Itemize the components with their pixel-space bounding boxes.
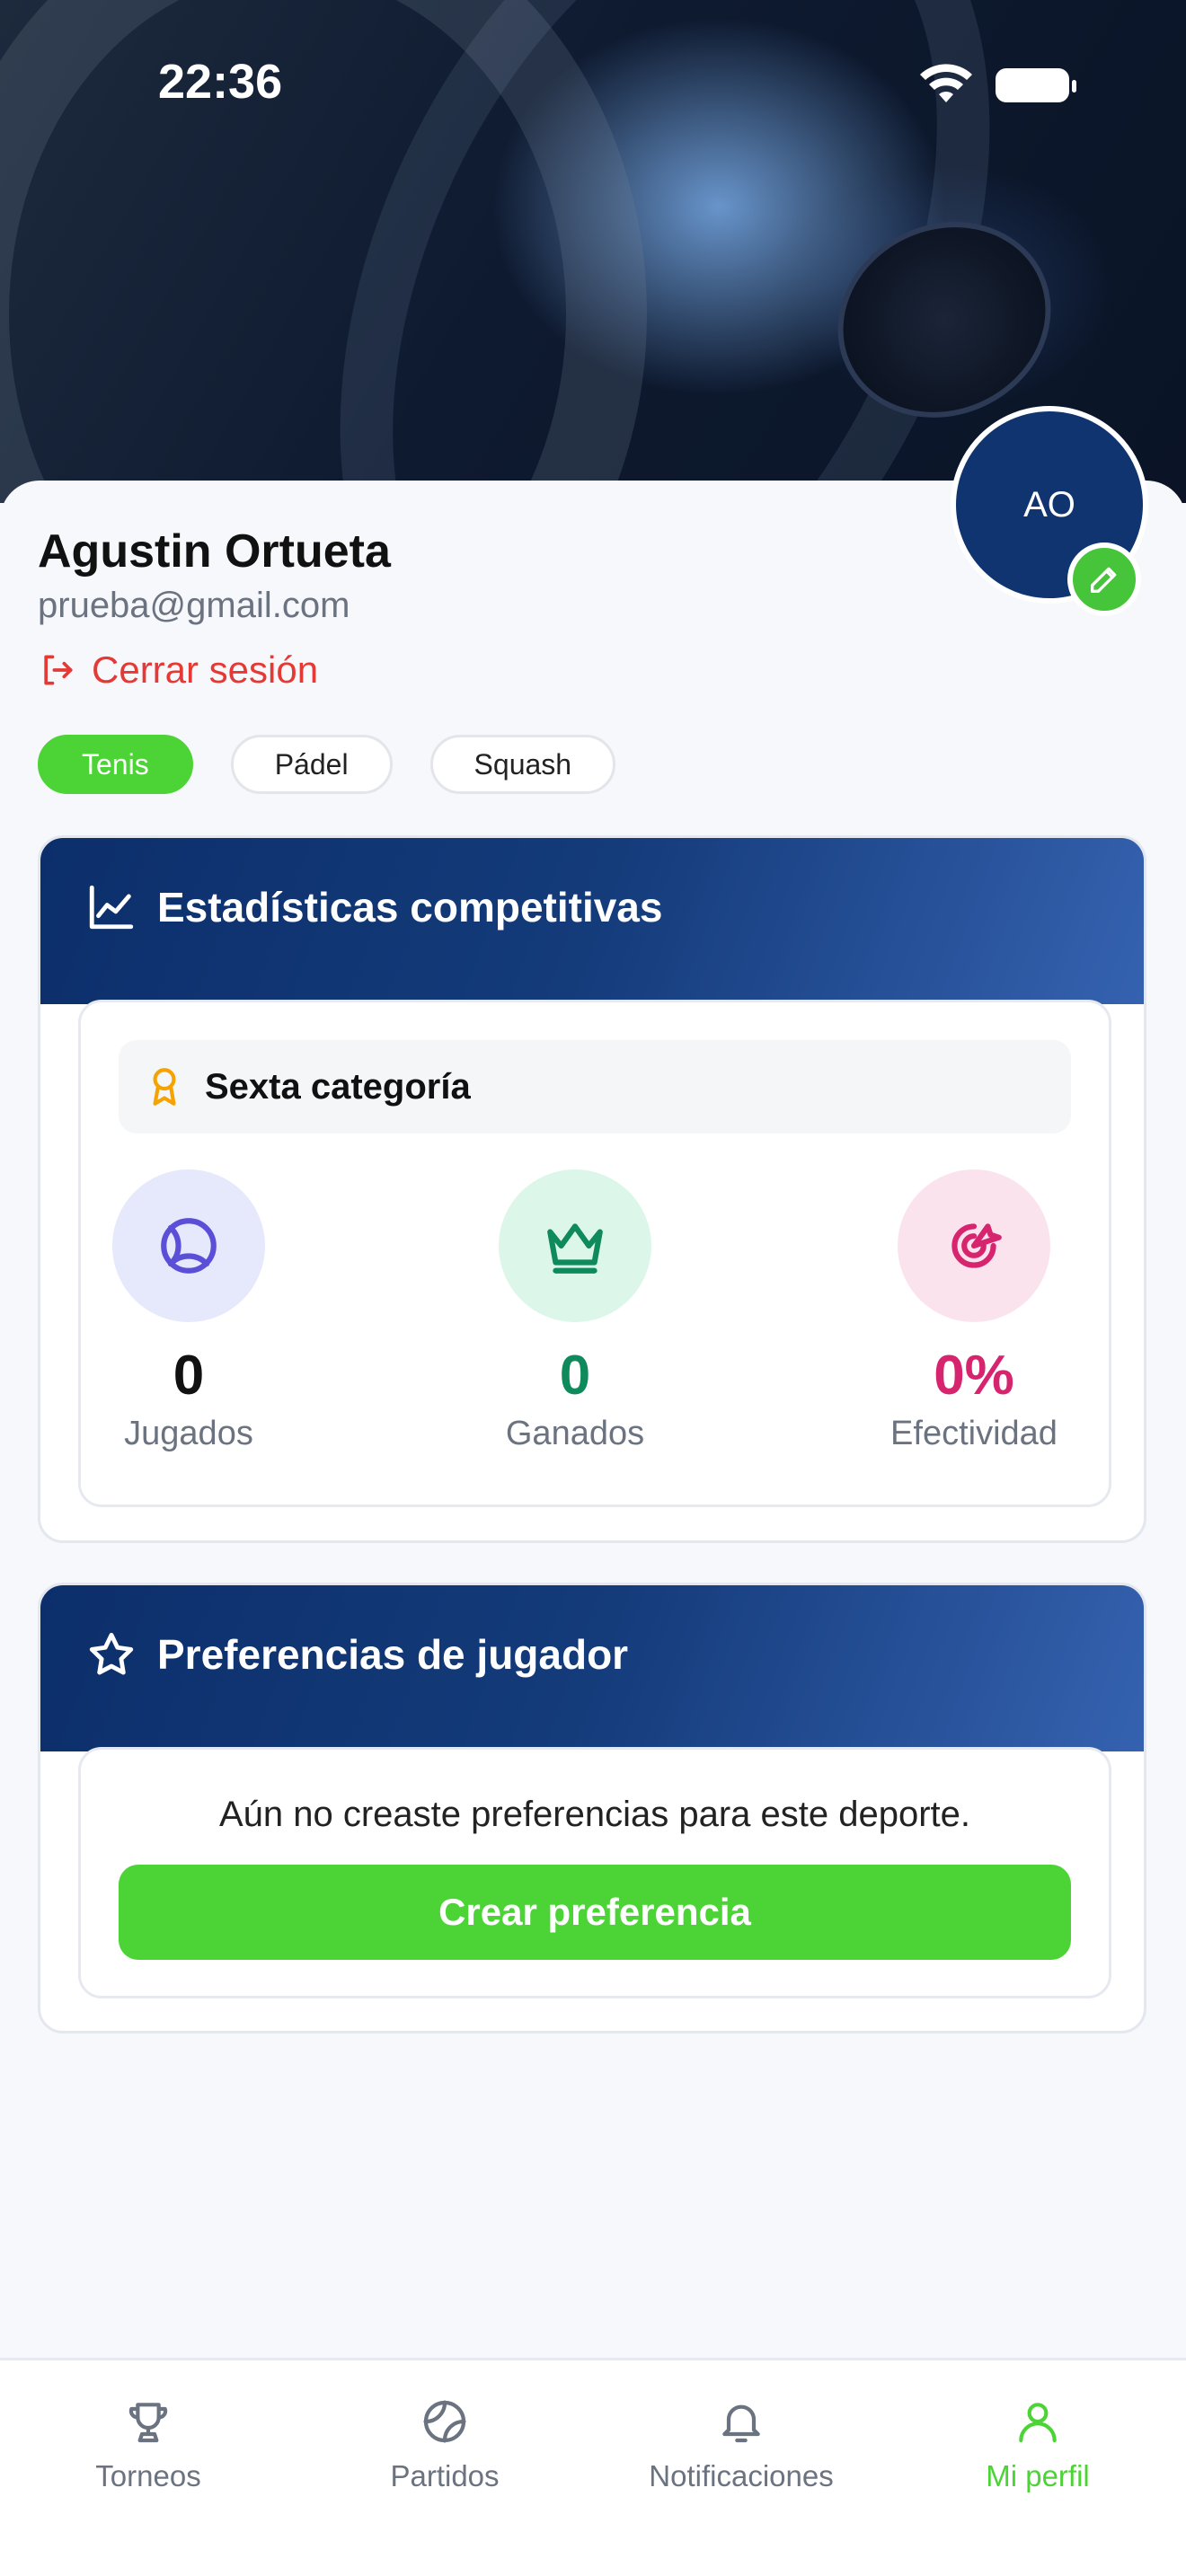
avatar-initials: AO <box>1023 484 1075 525</box>
won-icon-circle <box>499 1169 651 1322</box>
played-icon-circle <box>112 1169 265 1322</box>
preferences-card: Preferencias de jugador Aún no creaste p… <box>38 1583 1146 2033</box>
user-icon <box>1019 2403 1057 2443</box>
status-time: 22:36 <box>158 55 283 109</box>
sport-chip-padel[interactable]: Pádel <box>230 735 393 794</box>
played-value: 0 <box>173 1345 205 1407</box>
tab-mi-perfil-label: Mi perfil <box>986 2459 1090 2492</box>
effectiveness-value: 0% <box>934 1345 1014 1407</box>
stats-panel: Sexta categoría 0 Jugados 0 Ganados 0% E… <box>78 1000 1111 1507</box>
category-label: Sexta categoría <box>205 1066 471 1107</box>
star-icon <box>89 1632 134 1675</box>
preferences-empty-message: Aún no creaste preferencias para este de… <box>218 1795 971 1834</box>
wifi-icon <box>920 64 972 102</box>
tennis-ball-icon <box>423 2400 466 2443</box>
tab-partidos-label: Partidos <box>390 2459 500 2492</box>
tennis-ball-icon <box>161 1218 217 1274</box>
tab-torneos[interactable]: Torneos <box>0 2396 296 2493</box>
preferences-panel: Aún no creaste preferencias para este de… <box>78 1747 1111 1998</box>
logout-label: Cerrar sesión <box>92 648 319 691</box>
bottom-tab-bar: Torneos Partidos Notificaciones Mi perfi… <box>0 2358 1186 2576</box>
logout-icon <box>44 655 73 685</box>
stats-card-header: Estadísticas competitivas <box>40 838 1144 1004</box>
won-value: 0 <box>559 1345 591 1407</box>
chart-line-icon <box>89 885 134 930</box>
played-label: Jugados <box>124 1415 253 1452</box>
profile-name: Agustin Ortueta <box>38 525 391 578</box>
stat-played: 0 Jugados <box>72 1169 305 1453</box>
profile-email: prueba@gmail.com <box>38 586 350 625</box>
award-icon <box>153 1068 176 1106</box>
effectiveness-icon-circle <box>898 1169 1050 1322</box>
preferences-card-title: Preferencias de jugador <box>157 1631 629 1678</box>
battery-icon <box>996 68 1076 102</box>
effectiveness-label: Efectividad <box>890 1415 1058 1452</box>
crown-icon <box>547 1223 603 1274</box>
bell-icon <box>722 2404 760 2443</box>
stats-card-title: Estadísticas competitivas <box>157 884 663 931</box>
logout-button[interactable]: Cerrar sesión <box>38 648 318 692</box>
category-badge: Sexta categoría <box>119 1040 1071 1134</box>
stats-card: Estadísticas competitivas Sexta categorí… <box>38 835 1146 1543</box>
stat-effectiveness: 0% Efectividad <box>857 1169 1091 1453</box>
stat-won: 0 Ganados <box>458 1169 692 1453</box>
preferences-card-header: Preferencias de jugador <box>40 1585 1144 1751</box>
won-label: Ganados <box>505 1415 645 1452</box>
tab-torneos-label: Torneos <box>95 2459 201 2492</box>
tab-mi-perfil[interactable]: Mi perfil <box>890 2396 1186 2493</box>
sport-chip-tenis[interactable]: Tenis <box>38 735 193 794</box>
sport-chip-squash[interactable]: Squash <box>429 735 616 794</box>
trophy-icon <box>128 2403 168 2443</box>
edit-avatar-button[interactable] <box>1067 543 1141 616</box>
pencil-icon <box>1091 567 1117 593</box>
create-preference-button[interactable]: Crear preferencia <box>119 1865 1071 1960</box>
tab-partidos[interactable]: Partidos <box>296 2396 593 2493</box>
target-icon <box>951 1223 1002 1268</box>
tab-notificaciones-label: Notificaciones <box>649 2459 834 2492</box>
sport-selector: Tenis Pádel Squash <box>38 735 616 794</box>
status-bar: 22:36 <box>0 0 1186 171</box>
tab-notificaciones[interactable]: Notificaciones <box>593 2396 890 2493</box>
